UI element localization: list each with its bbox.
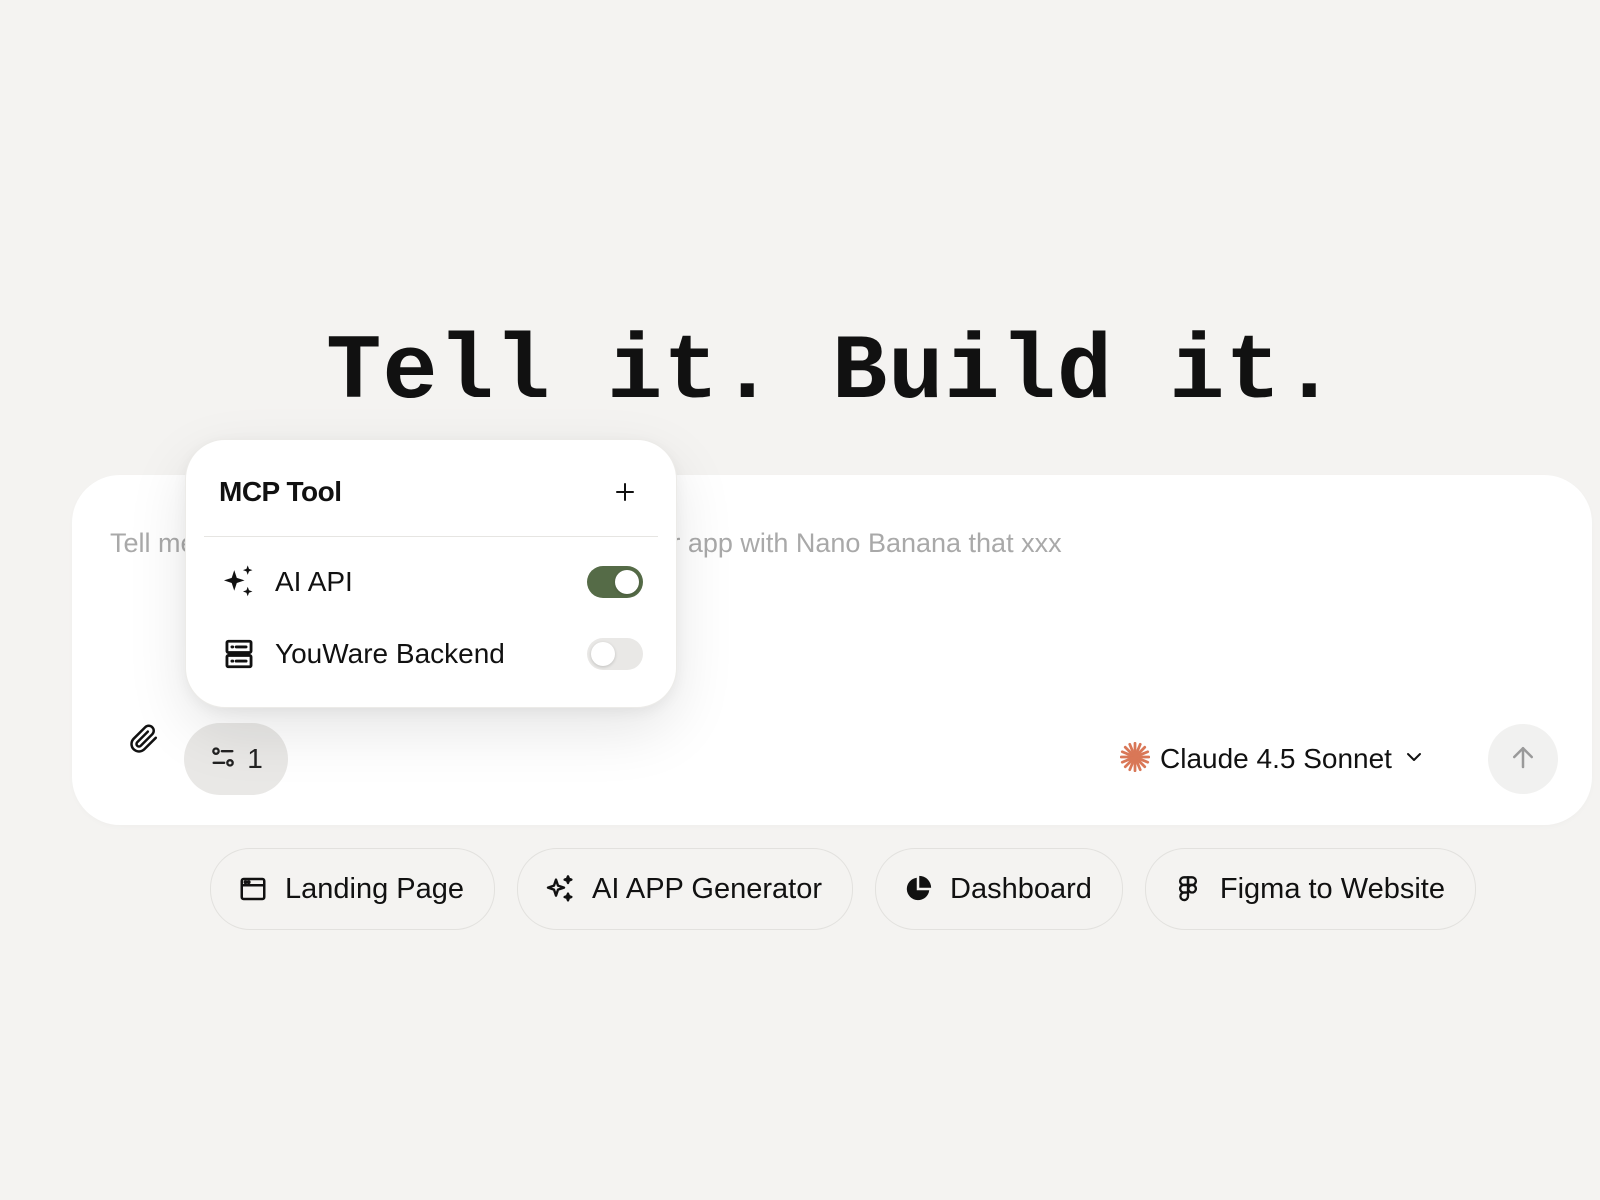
suggestion-landing-page[interactable]: Landing Page bbox=[210, 848, 495, 930]
add-mcp-tool-button[interactable] bbox=[607, 474, 643, 510]
claude-asterisk-icon bbox=[1119, 741, 1151, 777]
pie-chart-icon bbox=[902, 873, 934, 905]
mcp-item-label: AI API bbox=[275, 566, 353, 597]
paperclip-icon bbox=[129, 724, 159, 759]
mcp-tool-popup: MCP Tool AI API YouWare Backend bbox=[185, 439, 677, 708]
model-label: Claude 4.5 Sonnet bbox=[1160, 743, 1392, 774]
mcp-item-label: YouWare Backend bbox=[275, 638, 505, 669]
suggestion-figma-to-website[interactable]: Figma to Website bbox=[1144, 848, 1476, 930]
mcp-popup-header: MCP Tool bbox=[219, 470, 643, 514]
mcp-popup-title: MCP Tool bbox=[219, 476, 342, 507]
sliders-icon bbox=[209, 743, 237, 776]
tools-count-badge: 1 bbox=[247, 743, 263, 774]
mcp-item-ai-api: AI API bbox=[219, 557, 643, 607]
browser-window-icon bbox=[237, 873, 269, 905]
mcp-popup-divider bbox=[204, 536, 658, 537]
arrow-up-icon bbox=[1508, 742, 1538, 777]
chevron-down-icon bbox=[1402, 745, 1426, 774]
send-button[interactable] bbox=[1488, 724, 1558, 794]
plus-icon bbox=[616, 483, 634, 501]
ai-api-toggle[interactable] bbox=[587, 566, 643, 598]
suggestion-chips: Landing Page AI APP Generator Dashboard bbox=[210, 848, 1476, 930]
suggestion-label: Landing Page bbox=[285, 872, 464, 905]
model-selector[interactable]: Claude 4.5 Sonnet bbox=[1119, 729, 1426, 789]
mcp-tools-button[interactable]: 1 bbox=[184, 723, 288, 795]
suggestion-label: Dashboard bbox=[950, 872, 1092, 905]
sparkles-icon bbox=[544, 873, 576, 905]
server-icon bbox=[219, 634, 259, 674]
hero-title: Tell it. Build it. bbox=[326, 320, 1338, 425]
suggestion-label: Figma to Website bbox=[1219, 872, 1445, 905]
mcp-item-youware-backend: YouWare Backend bbox=[219, 629, 643, 679]
suggestion-ai-app-generator[interactable]: AI APP Generator bbox=[517, 848, 853, 930]
sparkles-icon bbox=[219, 562, 259, 602]
suggestion-dashboard[interactable]: Dashboard bbox=[875, 848, 1123, 930]
attach-button[interactable] bbox=[116, 713, 172, 769]
suggestion-label: AI APP Generator bbox=[592, 872, 822, 905]
youware-backend-toggle[interactable] bbox=[587, 638, 643, 670]
figma-icon bbox=[1172, 873, 1204, 905]
